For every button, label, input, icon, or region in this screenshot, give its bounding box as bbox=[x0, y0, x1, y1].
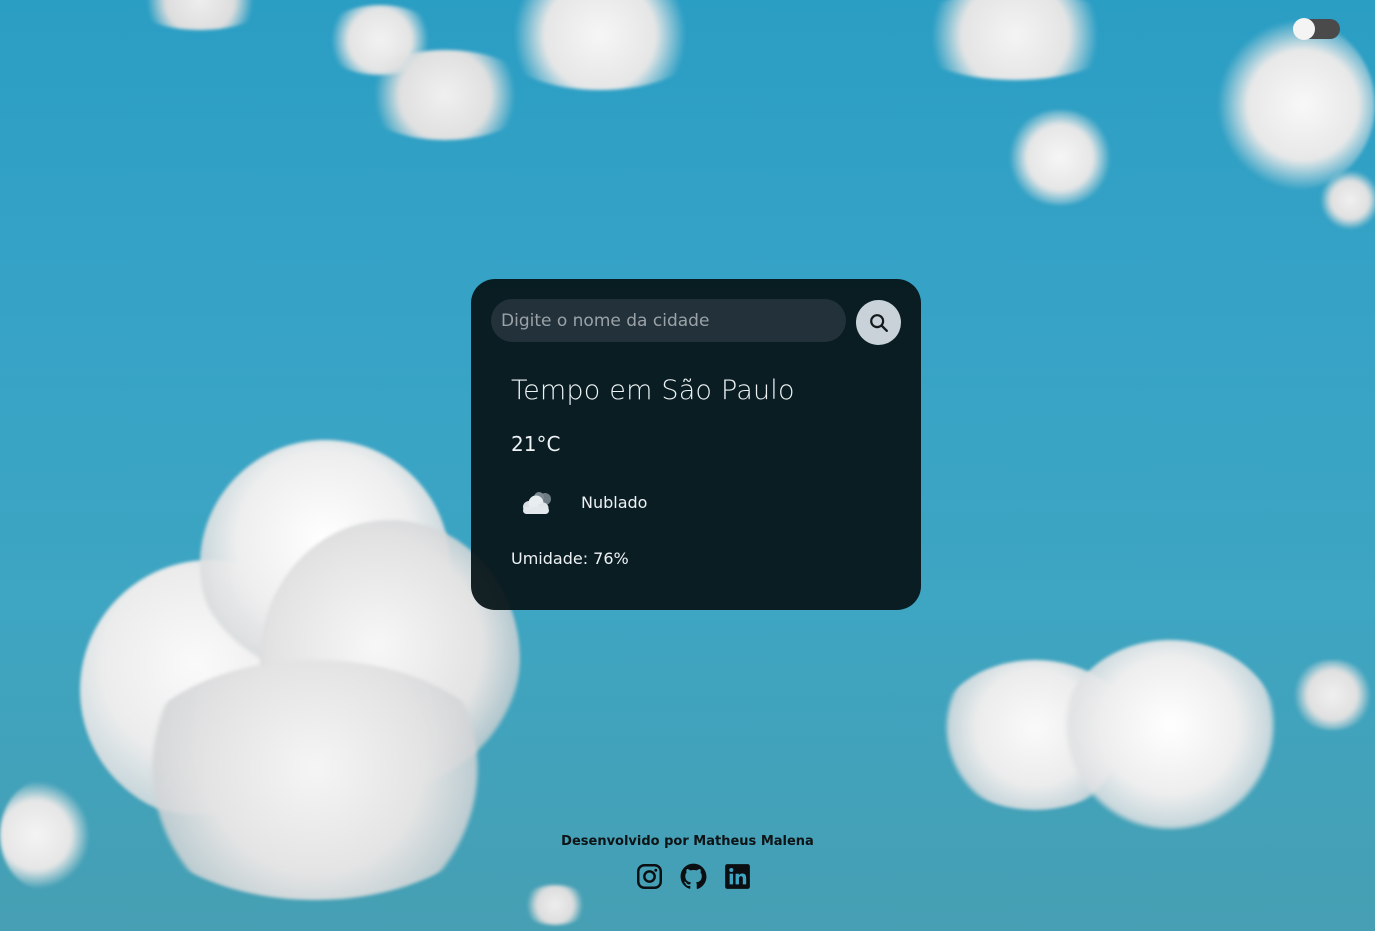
cloudy-icon bbox=[523, 492, 551, 514]
social-links bbox=[636, 863, 751, 890]
search-button[interactable] bbox=[856, 300, 901, 345]
weather-condition: Nublado bbox=[581, 493, 648, 512]
github-icon bbox=[680, 863, 707, 889]
humidity: Umidade: 76% bbox=[511, 549, 629, 568]
developer-credit: Desenvolvido por Matheus Malena bbox=[561, 834, 814, 849]
linkedin-icon bbox=[725, 864, 750, 889]
city-search-input[interactable] bbox=[491, 299, 846, 342]
theme-toggle[interactable] bbox=[1293, 18, 1340, 40]
city-title: Tempo em São Paulo bbox=[511, 375, 795, 406]
search-icon bbox=[869, 313, 888, 332]
weather-card: Tempo em São Paulo 21°C Nublado Umidade:… bbox=[471, 279, 921, 610]
instagram-icon bbox=[637, 864, 662, 889]
github-link[interactable] bbox=[680, 863, 707, 890]
temperature: 21°C bbox=[511, 432, 561, 456]
instagram-link[interactable] bbox=[636, 863, 663, 890]
toggle-knob bbox=[1293, 18, 1315, 40]
linkedin-link[interactable] bbox=[724, 863, 751, 890]
